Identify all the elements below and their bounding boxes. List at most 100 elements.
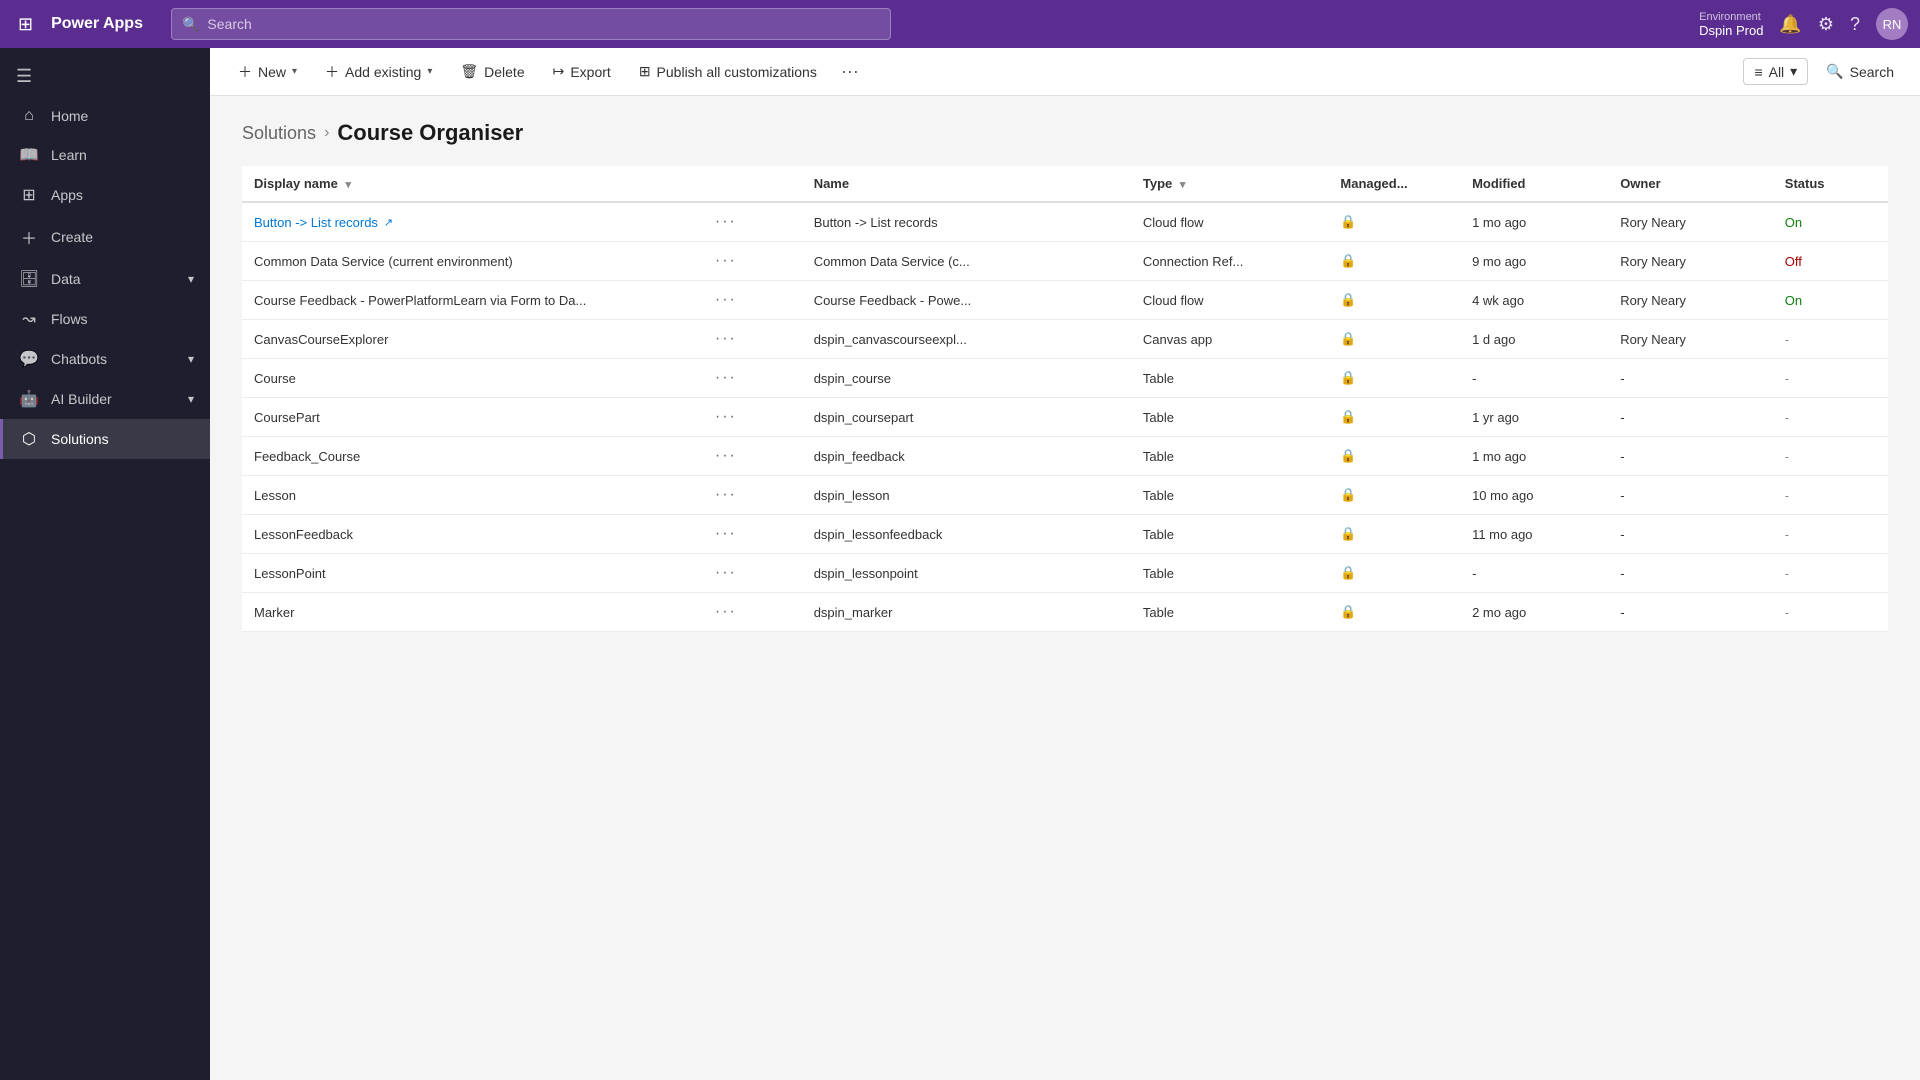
table-cell-status: - [1773,476,1888,515]
new-button[interactable]: ＋ New ▾ [226,56,309,88]
table-row: Marker···dspin_markerTable🔒2 mo ago-- [242,593,1888,632]
sidebar-item-chatbots[interactable]: 💬 Chatbots ▾ [0,339,210,379]
col-header-owner[interactable]: Owner [1608,166,1773,202]
status-badge-dash: - [1785,371,1789,386]
table-cell-display-name: Lesson [242,476,703,515]
table-cell-managed: 🔒 [1328,398,1460,437]
cmdbar-right: ≡ All ▾ 🔍 Search [1743,58,1904,85]
col-header-type[interactable]: Type ▾ [1131,166,1329,202]
table-cell-type: Cloud flow [1131,281,1329,320]
row-more-button[interactable]: ··· [715,408,737,425]
sidebar-item-apps[interactable]: ⊞ Apps [0,175,210,215]
table-cell-display-name: CoursePart [242,398,703,437]
chatbots-chevron-icon: ▾ [188,352,194,366]
table-row: Course Feedback - PowerPlatformLearn via… [242,281,1888,320]
lock-icon: 🔒 [1340,214,1356,229]
sidebar-label-create: Create [51,229,93,245]
content-search-icon: 🔍 [1826,63,1843,80]
sidebar-item-home[interactable]: ⌂ Home [0,97,210,135]
row-more-button[interactable]: ··· [715,603,737,620]
grid-icon[interactable]: ⊞ [12,8,39,41]
lock-icon: 🔒 [1340,565,1356,580]
col-header-managed[interactable]: Managed... [1328,166,1460,202]
sidebar-label-ai-builder: AI Builder [51,391,112,407]
solutions-icon: ⬡ [19,429,39,449]
lock-icon: 🔒 [1340,448,1356,463]
type-sort-icon: ▾ [1180,179,1186,191]
col-header-display-name[interactable]: Display name ▾ [242,166,703,202]
status-badge-dash: - [1785,449,1789,464]
breadcrumb-current: Course Organiser [337,120,523,146]
table-cell-managed: 🔒 [1328,437,1460,476]
table-cell-modified: 1 mo ago [1460,437,1608,476]
status-badge-off: Off [1785,254,1802,269]
notification-icon[interactable]: 🔔 [1779,14,1801,35]
table-cell-name: dspin_coursepart [802,398,1131,437]
row-more-button[interactable]: ··· [715,525,737,542]
table-cell-managed: 🔒 [1328,320,1460,359]
sidebar-item-data[interactable]: 🗄 Data ▾ [0,259,210,299]
sidebar-item-flows[interactable]: ↝ Flows [0,299,210,339]
row-more-button[interactable]: ··· [715,213,737,230]
settings-icon[interactable]: ⚙ [1818,14,1834,35]
col-header-status[interactable]: Status [1773,166,1888,202]
table-cell-owner: - [1608,593,1773,632]
row-more-button[interactable]: ··· [715,291,737,308]
table-cell-type: Canvas app [1131,320,1329,359]
avatar[interactable]: RN [1876,8,1908,40]
delete-button[interactable]: 🗑 Delete [448,57,536,86]
new-plus-icon: ＋ [238,62,252,82]
display-name-link[interactable]: Button -> List records ↗ [254,215,691,230]
table-cell-more: ··· [703,242,802,281]
publish-icon: ⊞ [639,63,651,80]
environment-selector[interactable]: Environment Dspin Prod [1699,11,1763,38]
filter-button[interactable]: ≡ All ▾ [1743,58,1808,85]
flows-icon: ↝ [19,309,39,329]
help-icon[interactable]: ? [1850,14,1860,35]
table-cell-managed: 🔒 [1328,476,1460,515]
status-badge-on: On [1785,215,1802,230]
col-header-name[interactable]: Name [802,166,1131,202]
breadcrumb-parent-link[interactable]: Solutions [242,123,316,144]
content-area: ＋ New ▾ ＋ Add existing ▾ 🗑 Delete ↦ Expo… [210,48,1920,1080]
table-cell-more: ··· [703,398,802,437]
more-button[interactable]: ··· [833,57,867,86]
lock-icon: 🔒 [1340,526,1356,541]
lock-icon: 🔒 [1340,604,1356,619]
table-cell-name: dspin_marker [802,593,1131,632]
table-cell-status: - [1773,320,1888,359]
table-cell-status: - [1773,515,1888,554]
row-more-button[interactable]: ··· [715,369,737,386]
row-more-button[interactable]: ··· [715,486,737,503]
table-cell-status: Off [1773,242,1888,281]
row-more-button[interactable]: ··· [715,564,737,581]
add-existing-button[interactable]: ＋ Add existing ▾ [313,56,444,88]
table-header-row: Display name ▾ Name Type ▾ [242,166,1888,202]
table-cell-name: dspin_course [802,359,1131,398]
row-more-button[interactable]: ··· [715,252,737,269]
table-cell-modified: 1 d ago [1460,320,1608,359]
sidebar-item-solutions[interactable]: ⬡ Solutions [0,419,210,459]
table-cell-status: - [1773,554,1888,593]
table-cell-owner: - [1608,437,1773,476]
table-cell-type: Table [1131,437,1329,476]
lock-icon: 🔒 [1340,487,1356,502]
table-cell-name: dspin_canvascourseexpl... [802,320,1131,359]
search-input[interactable] [207,16,880,32]
sidebar-toggle[interactable]: ☰ [0,56,210,97]
content-search-button[interactable]: 🔍 Search [1816,59,1904,84]
publish-button[interactable]: ⊞ Publish all customizations [627,57,829,86]
data-icon: 🗄 [19,269,39,289]
sidebar-item-create[interactable]: ＋ Create [0,215,210,259]
row-more-button[interactable]: ··· [715,330,737,347]
table-cell-modified: 10 mo ago [1460,476,1608,515]
sidebar-item-ai-builder[interactable]: 🤖 AI Builder ▾ [0,379,210,419]
table-cell-modified: 1 yr ago [1460,398,1608,437]
sidebar-item-learn[interactable]: 📖 Learn [0,135,210,175]
export-button[interactable]: ↦ Export [541,57,623,86]
global-search-bar[interactable]: 🔍 [171,8,891,40]
row-more-button[interactable]: ··· [715,447,737,464]
sidebar-label-data: Data [51,271,81,287]
col-header-modified[interactable]: Modified [1460,166,1608,202]
environment-label: Environment [1699,11,1761,23]
